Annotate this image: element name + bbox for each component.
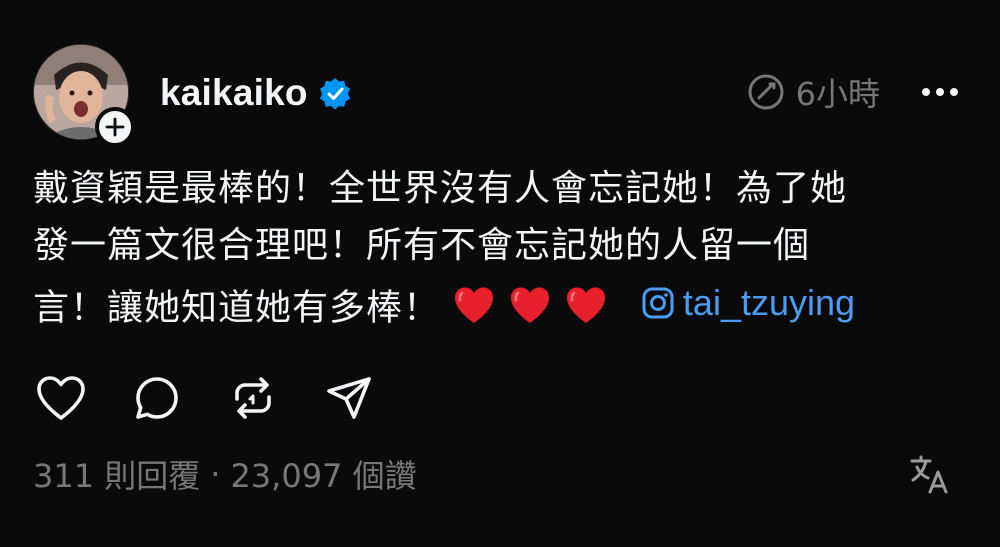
- mention-handle: tai_tzuying: [682, 282, 856, 323]
- verified-badge-icon: [318, 76, 352, 110]
- red-heart-emoji-icon: [511, 287, 550, 323]
- post-text-line-2: 發一篇文很合理吧！所有不會忘記她的人留一個: [33, 225, 811, 266]
- author-username[interactable]: kaikaiko: [160, 72, 308, 114]
- post-actions: [33, 370, 417, 426]
- post-meta: 6小時: [746, 70, 960, 114]
- more-horizontal-icon: [922, 88, 958, 96]
- repost-icon: [235, 377, 271, 419]
- author-row: kaikaiko: [160, 68, 352, 118]
- stats-separator: ·: [210, 455, 221, 493]
- edited-clock-icon: [748, 74, 784, 110]
- likes-count[interactable]: 23,097 個讚: [230, 451, 416, 497]
- share-icon: [327, 377, 371, 419]
- post-body: 戴資穎是最棒的！全世界沒有人會忘記她！為了她 發一篇文很合理吧！所有不會忘記她的…: [33, 160, 963, 337]
- instagram-icon: [642, 287, 674, 318]
- more-options-button[interactable]: [920, 86, 960, 98]
- post-text-line-1: 戴資穎是最棒的！全世界沒有人會忘記她！為了她: [33, 168, 848, 209]
- heart-icon: [37, 376, 85, 420]
- red-heart-emoji-icon: [455, 287, 494, 323]
- instagram-mention-link[interactable]: tai_tzuying: [641, 274, 855, 331]
- timestamp: 6小時: [746, 69, 880, 115]
- replies-count[interactable]: 311 則回覆: [33, 451, 200, 497]
- like-button[interactable]: [33, 370, 89, 426]
- post-text-line-3: 言！讓她知道她有多棒！ tai_tzuying: [33, 274, 963, 337]
- comment-button[interactable]: [129, 370, 185, 426]
- thread-post: kaikaiko 6小時 戴資穎是最棒的！全世界沒有人會忘記她！為了她 發一篇文…: [0, 0, 1000, 547]
- translate-button[interactable]: [908, 452, 952, 496]
- red-heart-emoji-icon: [567, 287, 606, 323]
- follow-button[interactable]: [95, 107, 135, 147]
- author-avatar-container[interactable]: [33, 44, 135, 147]
- post-text-line-3-text: 言！讓她知道她有多棒！: [33, 287, 441, 329]
- post-stats: 311 則回覆 · 23,097 個讚: [33, 452, 417, 496]
- translate-icon: [910, 455, 948, 494]
- repost-button[interactable]: [225, 370, 281, 426]
- plus-icon: [105, 117, 125, 137]
- comment-icon: [136, 377, 178, 419]
- timestamp-text: 6小時: [795, 75, 880, 113]
- share-button[interactable]: [321, 370, 377, 426]
